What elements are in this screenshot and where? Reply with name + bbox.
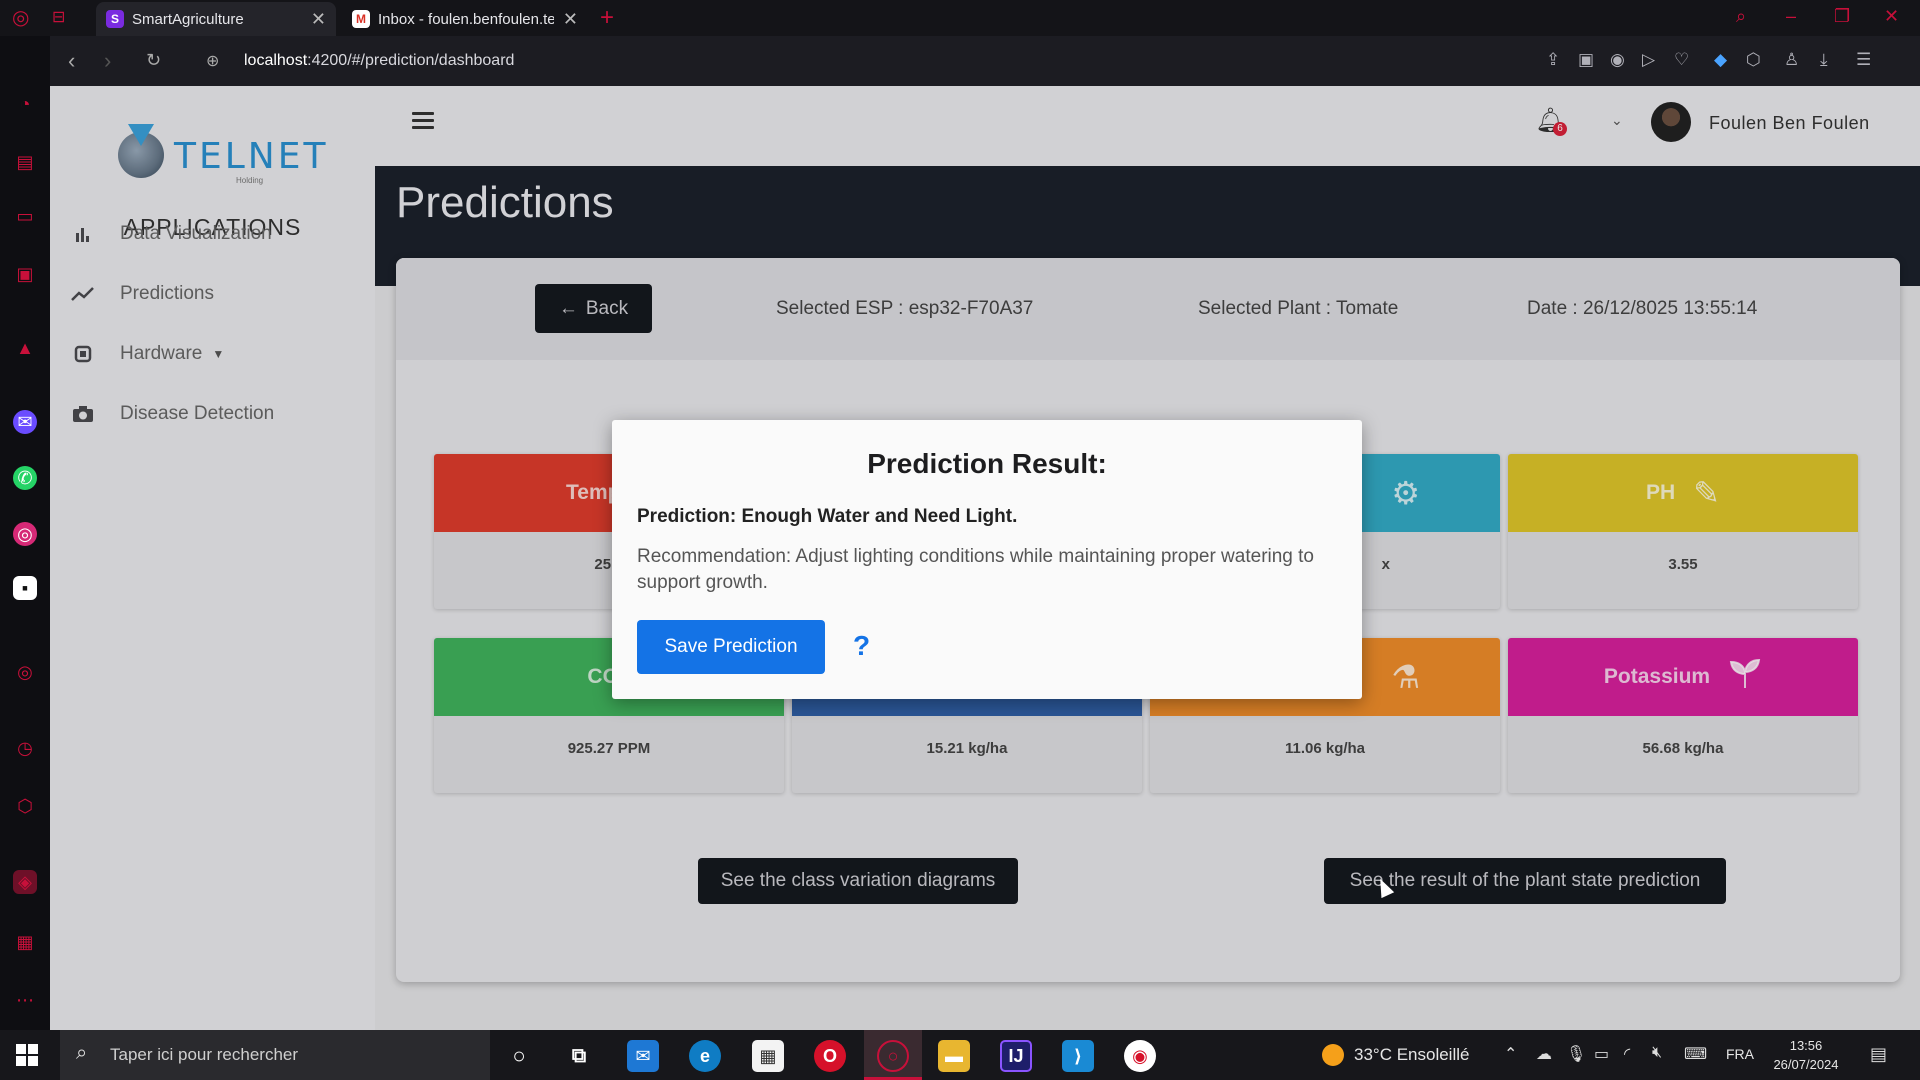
keyboard-icon[interactable]: ⌨ xyxy=(1684,1044,1707,1064)
bookmarks-heart-icon[interactable]: ♡ xyxy=(1674,50,1689,70)
settings-rail-icon[interactable]: ◎ xyxy=(13,660,37,684)
onedrive-icon[interactable]: ☁ xyxy=(1536,1044,1552,1064)
vscode-icon[interactable]: ⟩ xyxy=(1062,1040,1094,1072)
battery-icon[interactable]: ▭ xyxy=(1594,1044,1609,1064)
prediction-result-modal: Prediction Result: Prediction: Enough Wa… xyxy=(612,420,1362,699)
close-tab-icon[interactable]: ✕ xyxy=(563,9,578,30)
pinboard-icon[interactable]: ▦ xyxy=(13,930,37,954)
twitter-icon[interactable]: ▪ xyxy=(13,576,37,600)
windows-taskbar: ⌕ Taper ici pour rechercher ○ ⧉ ✉ e ▦ O … xyxy=(0,1030,1920,1080)
profile-icon[interactable]: ♙ xyxy=(1784,50,1799,70)
tab-inbox[interactable]: M Inbox - foulen.benfoulen.te ✕ xyxy=(342,2,588,36)
url-host: localhost xyxy=(244,52,308,69)
clock-time: 13:56 xyxy=(1789,1038,1823,1053)
edge-icon[interactable]: e xyxy=(689,1040,721,1072)
tab-smartagriculture[interactable]: S SmartAgriculture ✕ xyxy=(96,2,336,36)
share-icon[interactable]: ⇪ xyxy=(1546,50,1560,70)
opera-icon[interactable]: O xyxy=(814,1040,846,1072)
aria-icon[interactable]: ▲ xyxy=(13,336,37,360)
shopping-icon[interactable]: ▤ xyxy=(13,150,37,174)
url-field[interactable]: localhost:4200/#/prediction/dashboard xyxy=(244,52,514,70)
search-icon: ⌕ xyxy=(76,1042,88,1064)
taskbar-search-box[interactable]: ⌕ Taper ici pour rechercher xyxy=(60,1030,490,1080)
site-info-icon[interactable]: ⊕ xyxy=(206,51,219,71)
volume-muted-icon[interactable]: 🔇︎ xyxy=(1652,1044,1662,1062)
system-clock[interactable]: 13:56 26/07/2024 xyxy=(1764,1036,1848,1074)
task-view-icon[interactable]: ⧉ xyxy=(563,1040,595,1072)
search-tabs-icon[interactable]: ⌕ xyxy=(1736,6,1746,27)
store-icon[interactable]: ▦ xyxy=(752,1040,784,1072)
player-icon[interactable]: ▷ xyxy=(1642,50,1655,70)
help-question-icon[interactable]: ? xyxy=(853,630,870,662)
tab-label: SmartAgriculture xyxy=(132,10,244,28)
browser-sidebar: ◔ ▤ ▭ ▣ ▲ ✉ ✆ ◎ ▪ ◎ ◷ ⬡ ◈ ▦ ⋯ xyxy=(0,36,50,1030)
messenger-icon[interactable]: ✉ xyxy=(13,410,37,434)
browser-tab-bar: ◎ ⊟ S SmartAgriculture ✕ M Inbox - foule… xyxy=(0,0,1920,36)
mail-app-icon[interactable]: ✉ xyxy=(627,1040,659,1072)
prediction-text: Prediction: Enough Water and Need Light. xyxy=(637,506,1018,527)
search-placeholder: Taper ici pour rechercher xyxy=(110,1045,299,1064)
cube-icon[interactable]: ⬡ xyxy=(1746,50,1761,70)
crypto-wallet-icon[interactable]: ◈ xyxy=(13,870,37,894)
clock-date: 26/07/2024 xyxy=(1773,1057,1839,1072)
recommendation-text: Recommendation: Adjust lighting conditio… xyxy=(637,546,1314,593)
wifi-icon[interactable]: ◜ xyxy=(1624,1044,1630,1064)
gmail-favicon: M xyxy=(352,10,370,28)
new-tab-icon[interactable]: + xyxy=(600,4,614,32)
app-viewport: TELNET Holding APPLICATIONS Data Visuali… xyxy=(50,86,1920,1030)
tab-label: Inbox - foulen.benfoulen.te xyxy=(378,10,554,28)
extension-icon[interactable]: ◆ xyxy=(1714,50,1727,70)
opera-logo-icon[interactable]: ◎ xyxy=(12,8,29,28)
intellij-icon[interactable]: IJ xyxy=(1000,1040,1032,1072)
restore-icon[interactable]: ❐ xyxy=(1834,6,1850,27)
smartagriculture-favicon: S xyxy=(106,10,124,28)
reload-icon[interactable]: ↻ xyxy=(146,50,161,71)
instagram-icon[interactable]: ◎ xyxy=(13,522,37,546)
minimize-icon[interactable]: – xyxy=(1786,6,1796,27)
microphone-icon[interactable]: 🎙︎ xyxy=(1566,1044,1586,1064)
chevron-up-icon[interactable]: ⌃ xyxy=(1504,1044,1517,1064)
chat-icon[interactable]: ▭ xyxy=(13,204,37,228)
snapshot-icon[interactable]: ▣ xyxy=(1578,50,1594,70)
address-bar: ‹ › ↻ ⊕ localhost:4200/#/prediction/dash… xyxy=(50,36,1920,86)
weather-sun-icon[interactable] xyxy=(1322,1044,1344,1066)
close-window-icon[interactable]: ✕ xyxy=(1884,6,1899,27)
notification-center-icon[interactable]: ▤ xyxy=(1870,1044,1887,1065)
windows-start-icon[interactable] xyxy=(16,1044,38,1066)
language-indicator[interactable]: FRA xyxy=(1726,1046,1754,1062)
history-icon[interactable]: ◷ xyxy=(13,736,37,760)
url-path: :4200/#/prediction/dashboard xyxy=(307,52,515,69)
speed-dial-icon[interactable]: ◔ xyxy=(13,92,37,116)
back-arrow-icon[interactable]: ‹ xyxy=(68,48,75,74)
chrome-like-icon[interactable]: ◉ xyxy=(1124,1040,1156,1072)
weather-text[interactable]: 33°C Ensoleillé xyxy=(1354,1045,1469,1065)
close-tab-icon[interactable]: ✕ xyxy=(311,9,326,30)
file-explorer-icon[interactable]: ▬ xyxy=(938,1040,970,1072)
extensions-rail-icon[interactable]: ⬡ xyxy=(13,794,37,818)
modal-title: Prediction Result: xyxy=(867,448,1107,479)
vpn-icon[interactable]: ◉ xyxy=(1610,50,1625,70)
forward-arrow-icon[interactable]: › xyxy=(104,48,111,74)
opera-gx-icon[interactable]: ○ xyxy=(877,1040,909,1072)
whatsapp-icon[interactable]: ✆ xyxy=(13,466,37,490)
download-icon[interactable]: ⤓ xyxy=(1820,50,1828,70)
workspace-icon[interactable]: ⊟ xyxy=(52,8,65,28)
easy-setup-icon[interactable]: ☰ xyxy=(1856,50,1871,70)
cortana-icon[interactable]: ○ xyxy=(503,1040,535,1072)
more-icon[interactable]: ⋯ xyxy=(13,988,37,1012)
music-icon[interactable]: ▣ xyxy=(13,262,37,286)
save-prediction-button[interactable]: Save Prediction xyxy=(637,620,825,674)
